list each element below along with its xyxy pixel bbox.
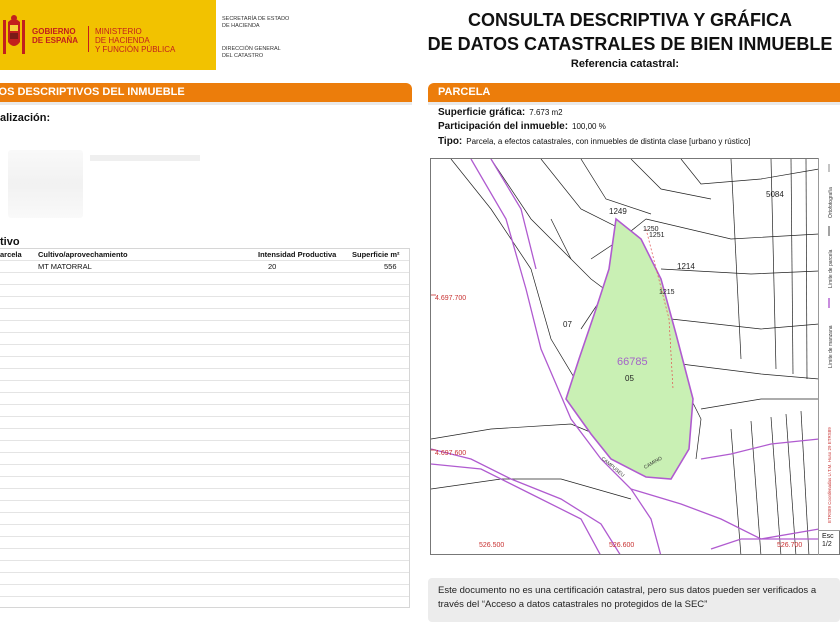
- table-row-line: [0, 440, 409, 441]
- redacted-address-block: [8, 150, 83, 218]
- table-row-line: [0, 596, 409, 597]
- table-row-line: [0, 500, 409, 501]
- table-row: MT MATORRAL 20 556: [0, 260, 410, 272]
- superficie-value: 7.673 m2: [529, 108, 563, 117]
- tipo-value: Parcela, a efectos catastrales, con inmu…: [466, 137, 751, 146]
- table-row-line: [0, 416, 409, 417]
- cell-cultivo: MT MATORRAL: [38, 262, 92, 271]
- section-divider-right: [428, 102, 840, 105]
- map-label-1249: 1249: [609, 207, 627, 216]
- logo-separator: [88, 26, 89, 52]
- table-row-line: [0, 392, 409, 393]
- superficie-grafica: Superficie gráfica: 7.673 m2: [438, 107, 563, 118]
- coord-y-upper: 4.697.700: [435, 295, 466, 302]
- section-divider-left: [0, 102, 412, 105]
- ministerio-text: MINISTERIO DE HACIENDA Y FUNCIÓN PÚBLICA: [95, 27, 176, 54]
- map-label-sub: 05: [625, 374, 634, 383]
- th-subparcela: arcela: [0, 250, 22, 259]
- table-row-line: [0, 428, 409, 429]
- superficie-label: Superficie gráfica:: [438, 107, 526, 118]
- th-superficie: Superficie m²: [352, 250, 400, 259]
- table-row-line: [0, 272, 409, 273]
- scale-value: 1/2: [822, 541, 832, 548]
- legend-coordenadas: ETRS89 Coordenadas U.T.M. Huso 29 ETRS89: [827, 427, 832, 523]
- th-cultivo: Cultivo/aprovechamiento: [38, 250, 128, 259]
- map-label-07: 07: [563, 320, 572, 329]
- th-intensidad: Intensidad Productiva: [258, 250, 337, 259]
- table-row-line: [0, 452, 409, 453]
- secretaria-text: SECRETARÍA DE ESTADO DE HACIENDA: [222, 16, 290, 29]
- participacion-label: Participación del inmueble:: [438, 121, 569, 132]
- table-row-line: [0, 464, 409, 465]
- legend-ortofoto: Ortofotografía: [828, 187, 834, 218]
- participacion-inmueble: Participación del inmueble: 100,00 %: [438, 121, 606, 132]
- gobierno-text: GOBIERNO DE ESPAÑA: [32, 27, 79, 45]
- cultivo-section-label: tivo: [0, 236, 20, 248]
- map-label-1215: 1215: [659, 289, 675, 296]
- referencia-catastral-label: Referencia catastral:: [570, 58, 680, 70]
- tipo-label: Tipo:: [438, 136, 463, 147]
- table-row-line: [0, 512, 409, 513]
- table-row-line: [0, 524, 409, 525]
- table-row-line: [0, 284, 409, 285]
- highlighted-parcel[interactable]: [565, 217, 694, 480]
- table-row-line: [0, 560, 409, 561]
- localizacion-label: alización:: [0, 112, 51, 124]
- cell-superficie: 556: [384, 262, 397, 271]
- cadastral-map-svg: 1249 1250 1251 1214 1215 5084 07 66785 0…: [431, 159, 820, 554]
- table-row-line: [0, 572, 409, 573]
- table-row-line: [0, 368, 409, 369]
- table-row-line: [0, 320, 409, 321]
- spain-coat-of-arms-icon: [3, 15, 25, 54]
- redacted-address-line: [90, 155, 200, 161]
- map-label-1251: 1251: [649, 232, 665, 239]
- coord-x-1: 526.500: [479, 542, 504, 549]
- legend-limite-manzana: Límite de manzana: [828, 325, 834, 368]
- table-row-line: [0, 536, 409, 537]
- section-header-datos-descriptivos: TOS DESCRIPTIVOS DEL INMUEBLE: [0, 83, 412, 102]
- table-row-line: [0, 380, 409, 381]
- map-legend-svg: Ortofotografía Límite de parcela Límite …: [827, 164, 834, 523]
- map-label-1214: 1214: [677, 262, 695, 271]
- map-scale: Esc 1/2: [818, 530, 840, 555]
- table-row-line: [0, 404, 409, 405]
- cadastral-map[interactable]: 1249 1250 1251 1214 1215 5084 07 66785 0…: [430, 158, 840, 555]
- table-row-line: [0, 296, 409, 297]
- disclaimer-note: Este documento no es una certificación c…: [428, 578, 840, 622]
- map-legend: Ortofotografía Límite de parcela Límite …: [818, 158, 840, 530]
- table-row-line: [0, 476, 409, 477]
- table-row-line: [0, 260, 409, 261]
- table-row-line: [0, 332, 409, 333]
- scale-label: Esc: [822, 533, 834, 540]
- table-row-line: [0, 548, 409, 549]
- document-title: CONSULTA DESCRIPTIVA Y GRÁFICA DE DATOS …: [427, 10, 833, 54]
- cultivo-table-header: arcela Cultivo/aprovechamiento Intensida…: [0, 248, 410, 260]
- coord-x-2: 526.600: [609, 542, 634, 549]
- map-label-parcel-number: 66785: [617, 356, 648, 368]
- map-label-5084: 5084: [766, 190, 784, 199]
- table-row-line: [0, 488, 409, 489]
- tipo-inmueble: Tipo: Parcela, a efectos catastrales, con…: [438, 136, 750, 147]
- direccion-text: DIRECCIÓN GENERAL DEL CATASTRO: [222, 46, 281, 59]
- coord-x-3: 526.700: [777, 542, 802, 549]
- participacion-value: 100,00 %: [572, 122, 606, 131]
- table-row-line: [0, 584, 409, 585]
- table-row-line: [0, 308, 409, 309]
- cell-intensidad: 20: [268, 262, 277, 271]
- section-header-parcela: PARCELA: [428, 83, 840, 102]
- legend-limite-parcela: Límite de parcela: [828, 249, 834, 288]
- table-row-line: [0, 344, 409, 345]
- coord-y-lower: 4.697.600: [435, 450, 466, 457]
- table-row-line: [0, 356, 409, 357]
